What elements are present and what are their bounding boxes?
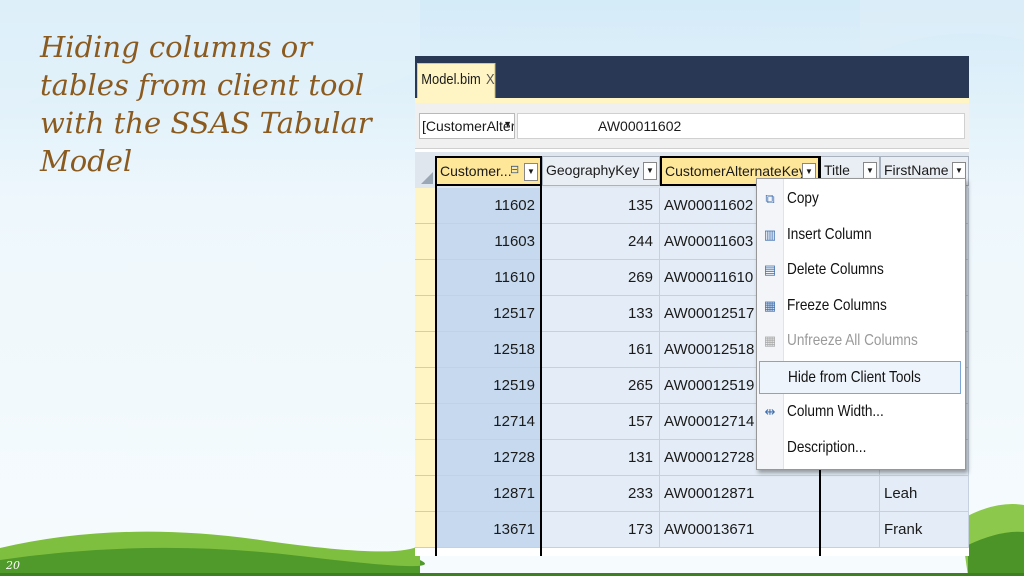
- table-cell[interactable]: 12714: [435, 404, 542, 440]
- table-cell[interactable]: 244: [542, 224, 660, 260]
- column-selector[interactable]: [CustomerAltern ▼: [419, 113, 515, 139]
- table-cell[interactable]: 135: [542, 188, 660, 224]
- row-selector[interactable]: [415, 440, 435, 476]
- select-all-corner[interactable]: [415, 156, 435, 186]
- menu-item-label: Column Width...: [787, 403, 884, 420]
- table-cell[interactable]: AW00013671: [660, 512, 820, 548]
- table-cell[interactable]: [820, 476, 880, 512]
- menu-item-insert-column[interactable]: ▥ Insert Column: [759, 219, 961, 252]
- insert-column-icon: ▥: [763, 226, 777, 242]
- row-selector[interactable]: [415, 404, 435, 440]
- table-cell[interactable]: 12518: [435, 332, 542, 368]
- table-row[interactable]: 12871 233 AW00012871 Leah: [415, 476, 969, 512]
- copy-icon: ⧉: [765, 191, 775, 206]
- table-cell[interactable]: Leah: [880, 476, 969, 512]
- table-cell[interactable]: 13671: [435, 512, 542, 548]
- column-selector-value: [CustomerAltern: [422, 118, 515, 134]
- formula-input[interactable]: AW00011602: [517, 113, 965, 139]
- column-context-menu: ⧉ Copy ▥ Insert Column ▤ Delete Columns ▦ Freez…: [756, 178, 966, 470]
- close-icon[interactable]: X: [486, 71, 495, 88]
- column-width-icon: ⇹: [764, 404, 776, 419]
- row-selector[interactable]: [415, 224, 435, 260]
- row-selector[interactable]: [415, 260, 435, 296]
- menu-item-label: Hide from Client Tools: [788, 368, 921, 386]
- menu-item-column-width[interactable]: ⇹ Column Width...: [759, 396, 961, 429]
- column-header-label: FirstName: [884, 162, 949, 178]
- document-tab-bar: Model.bim X: [415, 56, 969, 98]
- chevron-down-icon[interactable]: ▼: [503, 119, 512, 129]
- table-cell[interactable]: 265: [542, 368, 660, 404]
- slide-title: Hiding columns or tables from client too…: [40, 30, 372, 178]
- table-cell[interactable]: 157: [542, 404, 660, 440]
- chevron-down-icon[interactable]: ▼: [524, 163, 538, 181]
- table-cell[interactable]: AW00012871: [660, 476, 820, 512]
- menu-item-hide-from-client-tools[interactable]: Hide from Client Tools: [759, 360, 961, 394]
- row-selector[interactable]: [415, 512, 435, 548]
- table-cell[interactable]: [820, 512, 880, 548]
- menu-item-label: Delete Columns: [787, 261, 884, 278]
- table-cell[interactable]: 11602: [435, 188, 542, 224]
- tab-label: Model.bim: [421, 71, 481, 88]
- table-cell[interactable]: 11610: [435, 260, 542, 296]
- row-selector[interactable]: [415, 368, 435, 404]
- slide-page-number: 20: [6, 559, 20, 572]
- menu-item-label: Freeze Columns: [787, 296, 887, 314]
- menu-item-copy[interactable]: ⧉ Copy: [759, 183, 961, 216]
- column-header-label: CustomerAlternateKey: [665, 163, 806, 179]
- column-header-customer[interactable]: Customer... ⊟ ▼: [435, 156, 542, 186]
- menu-item-label: Unfreeze All Columns: [787, 332, 918, 349]
- unfreeze-columns-icon: ▦: [763, 333, 777, 348]
- table-cell[interactable]: 233: [542, 476, 660, 512]
- formula-bar: [CustomerAltern ▼ AW00011602: [415, 103, 969, 149]
- table-cell[interactable]: 173: [542, 512, 660, 548]
- row-selector[interactable]: [415, 296, 435, 332]
- table-cell[interactable]: 12519: [435, 368, 542, 404]
- row-selector[interactable]: [415, 476, 435, 512]
- table-cell[interactable]: 131: [542, 440, 660, 476]
- column-header-label: Customer...: [440, 163, 512, 179]
- filter-icon[interactable]: ⊟: [510, 163, 522, 179]
- table-cell[interactable]: 161: [542, 332, 660, 368]
- menu-item-unfreeze-all-columns: ▦ Unfreeze All Columns: [759, 325, 961, 358]
- menu-item-label: Copy: [787, 190, 819, 207]
- table-cell[interactable]: 11603: [435, 224, 542, 260]
- tab-model-bim[interactable]: Model.bim X: [417, 63, 496, 98]
- column-header-geographykey[interactable]: GeographyKey ▼: [542, 156, 660, 186]
- chevron-down-icon[interactable]: ▼: [643, 162, 657, 180]
- freeze-columns-icon: ▦: [763, 297, 777, 313]
- row-selector[interactable]: [415, 188, 435, 224]
- menu-item-label: Description...: [787, 438, 867, 456]
- table-cell[interactable]: 12728: [435, 440, 542, 476]
- delete-columns-icon: ▤: [763, 262, 777, 277]
- table-cell[interactable]: 12871: [435, 476, 542, 512]
- column-header-label: GeographyKey: [546, 162, 640, 178]
- menu-item-label: Insert Column: [787, 225, 872, 243]
- column-header-label: Title: [824, 162, 850, 178]
- row-selector[interactable]: [415, 332, 435, 368]
- table-cell[interactable]: Frank: [880, 512, 969, 548]
- table-cell[interactable]: 133: [542, 296, 660, 332]
- table-cell[interactable]: 12517: [435, 296, 542, 332]
- table-cell[interactable]: 269: [542, 260, 660, 296]
- menu-item-delete-columns[interactable]: ▤ Delete Columns: [759, 254, 961, 287]
- menu-item-description[interactable]: Description...: [759, 432, 961, 465]
- menu-item-freeze-columns[interactable]: ▦ Freeze Columns: [759, 290, 961, 323]
- table-row[interactable]: 13671 173 AW00013671 Frank: [415, 512, 969, 548]
